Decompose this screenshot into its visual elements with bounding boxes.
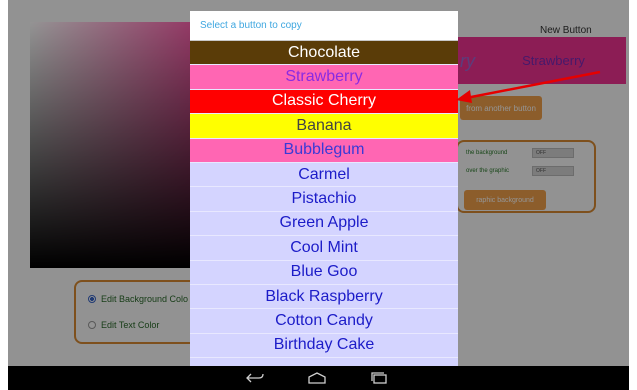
- flavor-item-birthday-cake[interactable]: Birthday Cake: [190, 333, 458, 359]
- flavor-item-bubblegum[interactable]: Bubblegum: [190, 138, 458, 163]
- android-nav-bar: [8, 366, 629, 390]
- flavor-item-green-apple[interactable]: Green Apple: [190, 211, 458, 237]
- home-icon[interactable]: [308, 372, 326, 384]
- flavor-item-pistachio[interactable]: Pistachio: [190, 187, 458, 212]
- red-arrow-annotation: [456, 70, 601, 103]
- flavor-item-strawberry[interactable]: Strawberry: [190, 65, 458, 90]
- flavor-item-classic-cherry[interactable]: Classic Cherry: [190, 89, 458, 115]
- back-icon[interactable]: [246, 372, 264, 384]
- flavor-item-blue-goo[interactable]: Blue Goo: [190, 260, 458, 285]
- copy-button-dialog: Select a button to copy Chocolate Strawbe…: [190, 11, 458, 366]
- flavor-item-cotton-candy[interactable]: Cotton Candy: [190, 309, 458, 334]
- dialog-title: Select a button to copy: [190, 11, 458, 41]
- screen-frame: New Button ry Strawberry from another bu…: [8, 0, 629, 390]
- flavor-item-cool-mint[interactable]: Cool Mint: [190, 236, 458, 261]
- flavor-item-carmel[interactable]: Carmel: [190, 162, 458, 188]
- flavor-item-banana[interactable]: Banana: [190, 114, 458, 139]
- recent-apps-icon[interactable]: [370, 372, 388, 384]
- flavor-list: Chocolate Strawberry Classic Cherry Banana B…: [190, 41, 458, 359]
- flavor-item-chocolate[interactable]: Chocolate: [190, 41, 458, 66]
- flavor-item-black-raspberry[interactable]: Black Raspberry: [190, 284, 458, 310]
